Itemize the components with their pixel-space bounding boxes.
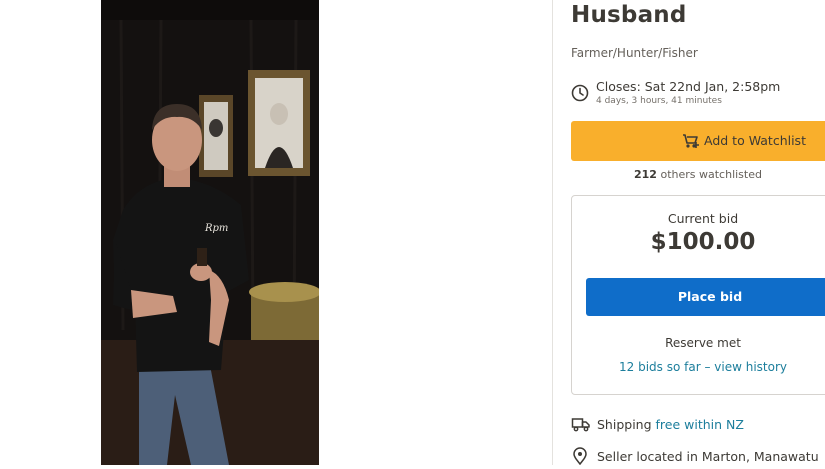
place-bid-button[interactable]: Place bid (586, 278, 825, 316)
shipping-info: Shipping free within NZ (571, 415, 825, 435)
bid-panel: Current bid $100.00 Place bid Reserve me… (571, 195, 825, 395)
seller-location-text: Seller located in Marton, Manawatu (597, 449, 819, 464)
closing-countdown: 4 days, 3 hours, 41 minutes (596, 96, 722, 106)
watchlist-count: 212 others watchlisted (571, 168, 825, 181)
clock-icon (571, 84, 589, 106)
current-bid-label: Current bid (667, 211, 739, 226)
listing-subtitle: Farmer/Hunter/Fisher (571, 46, 698, 60)
listing-photo[interactable]: Rpm (101, 0, 319, 465)
bid-history-link[interactable]: 12 bids so far – view history (572, 360, 825, 374)
seller-location: Seller located in Marton, Manawatu (571, 447, 825, 467)
listing-title: Husband (571, 2, 687, 28)
photo-gallery: Rpm (0, 0, 553, 465)
closing-date: Closes: Sat 22nd Jan, 2:58pm (596, 79, 781, 94)
location-pin-icon (571, 447, 589, 469)
shipping-free-link[interactable]: free within NZ (656, 417, 744, 432)
add-to-watchlist-button[interactable]: Add to Watchlist (571, 121, 825, 161)
watchlist-count-suffix: others watchlisted (656, 168, 762, 181)
shirt-print: Rpm (204, 223, 228, 234)
closing-info: Closes: Sat 22nd Jan, 2:58pm 4 days, 3 h… (571, 79, 825, 111)
reserve-status: Reserve met (665, 336, 741, 350)
truck-icon (571, 415, 591, 437)
listing-details: Husband Farmer/Hunter/Fisher Closes: Sat… (571, 0, 825, 467)
current-bid-amount: $100.00 (650, 229, 756, 255)
watchlist-add-icon (681, 132, 701, 154)
watchlist-count-number: 212 (634, 168, 657, 181)
shipping-label: Shipping (597, 417, 656, 432)
watchlist-button-label: Add to Watchlist (704, 133, 806, 148)
